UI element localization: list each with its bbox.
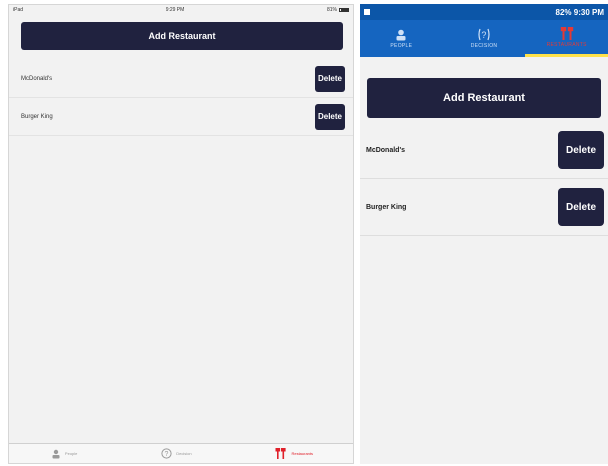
android-status-bar: 82% 9:30 PM	[360, 4, 608, 20]
fork-knife-icon	[560, 26, 573, 40]
battery-icon	[339, 8, 349, 12]
restaurant-list: McDonald's Delete Burger King Delete	[9, 60, 353, 136]
fork-knife-icon	[275, 448, 287, 459]
restaurant-name: Burger King	[366, 203, 407, 211]
restaurant-name: Burger King	[21, 113, 53, 120]
restaurant-name: McDonald's	[366, 146, 406, 154]
tab-people[interactable]: People	[51, 449, 77, 459]
tab-label: PEOPLE	[390, 42, 413, 49]
ipad-battery: 81%	[327, 7, 349, 13]
android-screen: 82% 9:30 PM PEOPLE ? DECISION RESTAURANT…	[360, 4, 608, 464]
svg-text:?: ?	[165, 451, 169, 458]
svg-text:?: ?	[481, 30, 486, 40]
notification-icon	[364, 9, 370, 15]
android-status-text: 82% 9:30 PM	[555, 7, 604, 17]
ipad-carrier: iPad	[13, 7, 24, 13]
ipad-status-bar: iPad 9:29 PM 81%	[9, 5, 353, 15]
tab-label: DECISION	[470, 43, 498, 49]
tab-label: Decision	[176, 451, 192, 456]
question-circle-icon: ?	[478, 28, 490, 41]
tab-label: RESTAURANTS	[546, 41, 587, 48]
delete-button[interactable]: Delete	[558, 131, 604, 169]
list-item: McDonald's Delete	[360, 122, 608, 179]
tab-decision[interactable]: ? Decision	[161, 448, 192, 459]
tab-decision[interactable]: ? DECISION	[443, 20, 526, 57]
list-item: Burger King Delete	[9, 98, 353, 136]
ipad-battery-percent: 81%	[326, 7, 337, 13]
tab-restaurants[interactable]: Restaurants	[275, 448, 313, 459]
add-restaurant-button[interactable]: Add Restaurant	[367, 78, 601, 118]
restaurant-list: McDonald's Delete Burger King Delete	[360, 122, 608, 236]
tab-restaurants[interactable]: RESTAURANTS	[525, 20, 608, 57]
person-icon	[396, 29, 406, 40]
list-item: Burger King Delete	[360, 179, 608, 236]
add-restaurant-button[interactable]: Add Restaurant	[21, 22, 343, 50]
android-tab-bar: PEOPLE ? DECISION RESTAURANTS	[360, 20, 608, 57]
question-circle-icon: ?	[161, 448, 172, 459]
ipad-clock: 9:29 PM	[165, 7, 185, 13]
delete-button[interactable]: Delete	[558, 188, 604, 226]
person-icon	[52, 449, 60, 458]
delete-button[interactable]: Delete	[315, 65, 345, 92]
ipad-screen: iPad 9:29 PM 81% Add Restaurant McDonald…	[8, 4, 354, 464]
restaurant-name: McDonald's	[21, 75, 53, 82]
tab-bar: People ? Decision Restaurants	[9, 443, 353, 463]
list-item: McDonald's Delete	[9, 60, 353, 98]
delete-button[interactable]: Delete	[315, 103, 345, 130]
tab-label: People	[64, 451, 78, 456]
tab-label: Restaurants	[291, 451, 314, 456]
tab-people[interactable]: PEOPLE	[360, 20, 443, 57]
